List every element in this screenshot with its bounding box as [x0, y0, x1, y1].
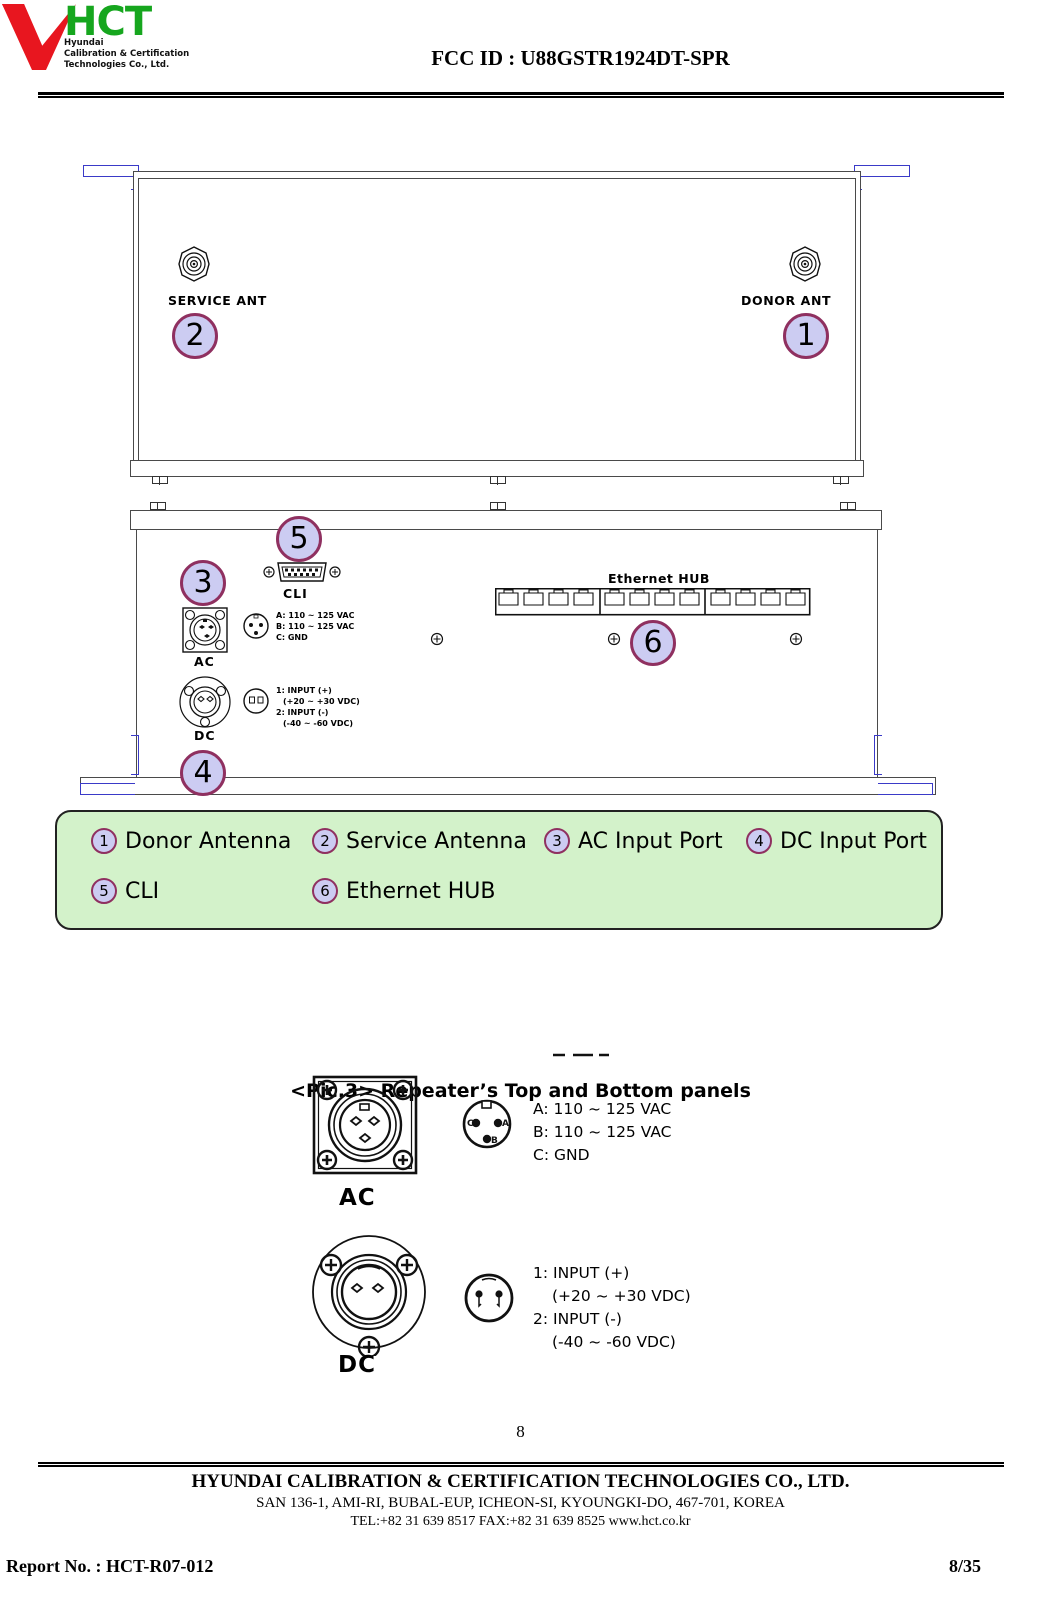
cli-label: CLI	[283, 586, 308, 601]
bottom-panel-top-rail	[130, 510, 882, 530]
legend-item-4: 4 DC Input Port	[746, 828, 927, 854]
bottom-panel-bracket-right-vert	[874, 735, 882, 775]
ac-detail-caption: AC	[339, 1185, 376, 1211]
legend-item-2: 2 Service Antenna	[312, 828, 527, 854]
logo-brand-text: HCT	[64, 0, 152, 45]
page-footer: HYUNDAI CALIBRATION & CERTIFICATION TECH…	[0, 1468, 1041, 1530]
fcc-id-heading: FCC ID : U88GSTR1924DT-SPR	[431, 46, 730, 70]
dc-detail-line-4: (-40 ~ -60 VDC)	[552, 1333, 676, 1351]
svg-text:B: B	[491, 1136, 498, 1146]
panel-screw-center-icon	[607, 632, 621, 646]
callout-3-ac-input-port: 3	[180, 560, 226, 606]
dc-pin-line-2: (+20 ~ +30 VDC)	[283, 697, 360, 706]
ethernet-hub-label: Ethernet HUB	[608, 571, 710, 586]
top-panel-chassis-skirt	[130, 460, 864, 477]
ac-dc-connector-detail-figure: AC C A B A: 110 ~ 125 VAC B: 110 ~ 125 V…	[0, 1040, 1041, 1380]
top-panel-bracket-right	[858, 165, 910, 177]
legend-row-1: 1 Donor Antenna 2 Service Antenna 3 AC I…	[57, 828, 945, 878]
legend-label-4: DC Input Port	[780, 828, 927, 854]
bottom-panel-bracket-left	[80, 783, 135, 795]
dash-artifact-icon	[553, 1053, 609, 1057]
footer-address: SAN 136-1, AMI-RI, BUBAL-EUP, ICHEON-SI,…	[256, 1495, 785, 1511]
cli-db9-connector-icon	[263, 562, 341, 582]
bottom-panel-bracket-left-vert	[131, 735, 139, 775]
legend-label-6: Ethernet HUB	[346, 878, 496, 904]
bottom-panel-chassis-outer	[136, 529, 878, 779]
dc-detail-line-1: 1: INPUT (+)	[533, 1264, 630, 1282]
footer-contact: TEL:+82 31 639 8517 FAX:+82 31 639 8525 …	[350, 1514, 691, 1529]
footer-bottom-row: Report No. : HCT-R07-012 8/35	[0, 1556, 1041, 1586]
dc-detail-caption: DC	[338, 1352, 376, 1378]
legend-bubble-4: 4	[746, 828, 772, 854]
dc-label: DC	[194, 728, 216, 743]
ac-detail-pin-c: C: GND	[533, 1146, 590, 1164]
bottom-panel-bracket-right	[878, 783, 933, 795]
legend-bubble-5: 5	[91, 878, 117, 904]
legend-label-2: Service Antenna	[346, 828, 527, 854]
callout-5-cli: 5	[276, 516, 322, 562]
dc-pin-line-1: 1: INPUT (+)	[276, 686, 332, 695]
bottom-panel-foot-left	[150, 502, 166, 511]
legend-label-5: CLI	[125, 878, 160, 904]
top-panel-chassis-face	[138, 178, 856, 464]
dc-detail-line-3: 2: INPUT (-)	[533, 1310, 622, 1328]
footer-company-name: HYUNDAI CALIBRATION & CERTIFICATION TECH…	[191, 1471, 850, 1492]
top-panel-bracket-left	[83, 165, 135, 177]
legend-item-3: 3 AC Input Port	[544, 828, 723, 854]
panel-screw-left-icon	[430, 632, 444, 646]
page-number: 8	[516, 1422, 525, 1441]
dc-pin-line-4: (-40 ~ -60 VDC)	[283, 719, 353, 728]
legend-bubble-3: 3	[544, 828, 570, 854]
dc-connector-detail-icon	[312, 1235, 426, 1356]
top-panel-foot-right	[833, 476, 849, 485]
footer-divider	[38, 1462, 1004, 1467]
ethernet-hub-ports	[495, 588, 811, 616]
svg-text:C: C	[467, 1119, 474, 1129]
callout-2-service-antenna: 2	[172, 313, 218, 359]
ac-label: AC	[194, 654, 215, 669]
legend-bubble-1: 1	[91, 828, 117, 854]
dc-pinout-detail-icon	[464, 1273, 514, 1323]
ac-pinout-diagram-icon	[243, 613, 269, 639]
callout-4-dc-input-port: 4	[180, 750, 226, 796]
donor-ant-label: DONOR ANT	[741, 293, 832, 308]
ac-connector-detail-icon	[312, 1075, 418, 1175]
dc-input-port-icon	[179, 676, 231, 728]
legend-bubble-2: 2	[312, 828, 338, 854]
callout-1-donor-antenna: 1	[783, 313, 829, 359]
header-divider	[38, 92, 1004, 98]
legend-item-6: 6 Ethernet HUB	[312, 878, 496, 904]
bottom-panel-foot-right	[840, 502, 856, 511]
footer-page-of: 8/35	[948, 1556, 981, 1576]
panel-screw-right-icon	[789, 632, 803, 646]
legend-item-1: 1 Donor Antenna	[91, 828, 291, 854]
footer-report-number: Report No. : HCT-R07-012	[6, 1556, 214, 1576]
legend-label-3: AC Input Port	[578, 828, 723, 854]
callout-6-ethernet-hub: 6	[630, 620, 676, 666]
legend-label-1: Donor Antenna	[125, 828, 292, 854]
bottom-panel-foot-center	[490, 502, 506, 511]
ac-pin-line-a: A: 110 ~ 125 VAC	[276, 611, 355, 620]
service-ant-label: SERVICE ANT	[168, 293, 267, 308]
repeater-panels-figure: SERVICE ANT 2 DONOR ANT 1 CLI 5 AC 3 A: …	[0, 105, 1041, 1102]
ac-pin-line-b: B: 110 ~ 125 VAC	[276, 622, 355, 631]
top-panel-foot-center	[490, 476, 506, 485]
dc-detail-line-2: (+20 ~ +30 VDC)	[552, 1287, 691, 1305]
legend-bubble-6: 6	[312, 878, 338, 904]
ac-pin-line-c: C: GND	[276, 633, 308, 642]
ac-detail-pin-b: B: 110 ~ 125 VAC	[533, 1123, 672, 1141]
top-panel-foot-left	[152, 476, 168, 485]
ac-pinout-detail-icon: C A B	[462, 1099, 512, 1149]
legend-row-2: 5 CLI 6 Ethernet HUB	[57, 878, 945, 928]
ac-detail-pin-a: A: 110 ~ 125 VAC	[533, 1100, 672, 1118]
legend-item-5: 5 CLI	[91, 878, 159, 904]
svg-text:A: A	[502, 1119, 509, 1129]
donor-ant-n-connector-icon	[789, 246, 821, 282]
ac-input-port-icon	[182, 607, 228, 653]
page-header: HCT Hyundai Calibration & Certification …	[0, 0, 1041, 100]
dc-pinout-diagram-icon	[243, 688, 269, 714]
dc-pin-line-3: 2: INPUT (-)	[276, 708, 329, 717]
service-ant-n-connector-icon	[178, 246, 210, 282]
figure-legend-box: 1 Donor Antenna 2 Service Antenna 3 AC I…	[55, 810, 943, 930]
